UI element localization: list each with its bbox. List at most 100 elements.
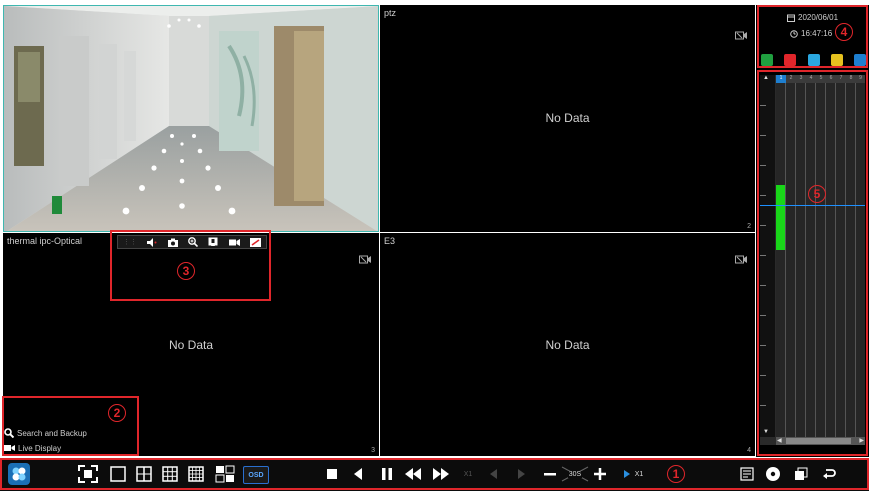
timeline-col-5[interactable]: 5 (816, 75, 826, 83)
tile-title: ptz (384, 8, 397, 18)
pause-icon (382, 468, 392, 480)
scroll-thumb[interactable] (786, 438, 851, 444)
timeline-col-3[interactable]: 3 (796, 75, 806, 83)
play-speed-button[interactable]: X1 (618, 465, 648, 483)
stop-button[interactable] (323, 465, 341, 483)
callout-4: 4 (835, 23, 853, 41)
bookmark-icon[interactable] (208, 237, 218, 247)
reverse-play-icon (354, 468, 362, 480)
camera-tile-1[interactable] (3, 5, 379, 232)
close-stream-icon[interactable] (249, 237, 261, 247)
event-list-button[interactable] (738, 465, 756, 483)
tile-number: 3 (371, 447, 375, 454)
increase-interval-button[interactable] (591, 465, 609, 483)
start-menu-button[interactable] (8, 463, 30, 485)
nine-layout-icon (162, 466, 178, 482)
fast-forward-button[interactable] (431, 465, 451, 483)
timeline-cursor[interactable] (760, 205, 865, 206)
scroll-left-icon[interactable]: ◀ (777, 437, 782, 444)
interval-display: 30S (560, 465, 590, 483)
tile-toolbar: ⋮⋮ (117, 235, 267, 249)
layout-16-button[interactable] (187, 465, 205, 483)
filter-intelligent-record-icon[interactable] (830, 54, 843, 66)
return-icon (823, 469, 836, 479)
filter-motion-record-icon[interactable] (784, 54, 797, 66)
video-camera-icon (735, 255, 747, 264)
layout-9-button[interactable] (161, 465, 179, 483)
layout-4-button[interactable] (135, 465, 153, 483)
timeline-header: 1 2 3 4 5 6 7 8 9 (776, 75, 865, 83)
search-icon (4, 428, 14, 438)
snapshot-export-button[interactable] (792, 465, 810, 483)
no-data-label: No Data (168, 338, 214, 352)
timeline-hscroll[interactable]: ◀ ▶ (776, 437, 865, 445)
osd-button[interactable]: OSD (243, 466, 269, 484)
zoom-in-icon[interactable] (188, 237, 198, 247)
channel-switch-icon (215, 465, 235, 483)
callout-3: 3 (177, 262, 195, 280)
filter-normal-record-icon[interactable] (761, 54, 773, 66)
single-layout-icon (110, 466, 126, 482)
layout-1-button[interactable] (109, 465, 127, 483)
filter-manual-record-icon[interactable] (854, 54, 866, 66)
scroll-up-icon[interactable]: ▲ (763, 75, 769, 81)
clock-icon (790, 29, 798, 38)
tile-number: 2 (747, 223, 751, 230)
timeline-col-1[interactable]: 1 (776, 75, 786, 83)
no-data-label: No Data (545, 111, 590, 125)
record-segment[interactable] (776, 185, 785, 250)
search-and-backup-item[interactable]: Search and Backup (4, 427, 87, 439)
timeline-col-9[interactable]: 9 (856, 75, 865, 83)
video-camera-icon (359, 255, 371, 264)
reverse-play-button[interactable] (349, 465, 367, 483)
timeline-col-6[interactable]: 6 (826, 75, 836, 83)
camera-tile-2[interactable]: ptz No Data 2 (380, 5, 755, 232)
search-and-backup-label: Search and Backup (17, 428, 87, 438)
event-list-icon (740, 467, 754, 481)
snapshot-icon[interactable] (167, 238, 178, 247)
decrease-interval-button[interactable] (541, 465, 559, 483)
timeline-grid (776, 83, 865, 437)
interval-label: 30S (567, 470, 583, 478)
pause-button[interactable] (378, 465, 396, 483)
channel-switch-button[interactable] (214, 465, 236, 483)
speed-indicator: X1 (460, 465, 476, 483)
timeline-col-7[interactable]: 7 (836, 75, 846, 83)
corridor-image (4, 6, 378, 231)
date-label: 2020/06/01 (798, 13, 839, 22)
timeline-col-8[interactable]: 8 (846, 75, 856, 83)
next-frame-icon (518, 469, 525, 479)
camera-icon (4, 445, 15, 451)
minus-icon (544, 473, 556, 476)
tile-number: 4 (747, 447, 751, 454)
back-button[interactable] (820, 465, 838, 483)
disk-icon (766, 467, 780, 481)
scroll-down-icon[interactable]: ▼ (763, 429, 769, 435)
calendar-icon (787, 14, 795, 22)
rewind-icon (405, 468, 421, 480)
record-clip-icon[interactable] (228, 238, 240, 247)
next-frame-button[interactable] (513, 465, 529, 483)
camera-tile-4[interactable]: E3 No Data 4 (380, 233, 755, 456)
menu-logo-icon (12, 467, 26, 481)
backup-button[interactable] (764, 465, 782, 483)
drag-handle-icon[interactable]: ⋮⋮ (123, 238, 137, 246)
timeline-scale: ▲ ▼ (760, 75, 775, 437)
timeline-col-4[interactable]: 4 (806, 75, 816, 83)
callout-2: 2 (108, 404, 126, 422)
timeline-col-2[interactable]: 2 (786, 75, 796, 83)
filter-alarm-record-icon[interactable] (807, 54, 820, 66)
timeline-area[interactable]: 1 2 3 4 5 6 7 8 9 ▲ ▼ ◀ ▶ (760, 75, 865, 445)
mute-audio-icon[interactable] (147, 237, 157, 247)
scroll-right-icon[interactable]: ▶ (859, 437, 864, 444)
osd-label: OSD (248, 471, 264, 479)
date-display: 2020/06/01 (787, 13, 838, 22)
prev-frame-button[interactable] (486, 465, 502, 483)
rewind-button[interactable] (403, 465, 423, 483)
fullscreen-button[interactable] (77, 465, 99, 483)
quad-layout-icon (136, 466, 152, 482)
speed-label: X1 (463, 470, 473, 478)
time-label: 16:47:16 (801, 29, 833, 38)
live-display-item[interactable]: Live Display (4, 442, 61, 454)
fast-forward-icon (433, 468, 449, 480)
